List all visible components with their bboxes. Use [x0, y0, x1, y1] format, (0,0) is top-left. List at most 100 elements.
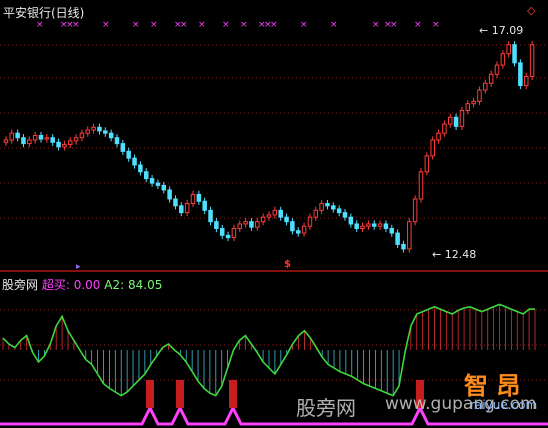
candle-body [143, 171, 149, 180]
candle-body [15, 132, 20, 139]
candle-body [44, 137, 50, 140]
candle-body [260, 216, 266, 223]
buy-signal-icon: $ [284, 259, 291, 270]
signal-bar [176, 380, 184, 408]
indicator-name: 股旁网 [2, 278, 39, 292]
low-price-label: ← 12.48 [432, 248, 477, 261]
candle-body [383, 223, 389, 229]
overbought-key: 超买: [41, 278, 70, 292]
candle-body [103, 130, 108, 134]
candle-body [91, 126, 96, 131]
high-price-value: 17.09 [491, 24, 524, 37]
chart-title: 平安银行(日线) [3, 6, 85, 20]
candle-body [471, 100, 476, 105]
cross-marker-icon: × [150, 20, 158, 30]
cross-marker-icon: × [132, 20, 140, 30]
candle-body [354, 223, 359, 229]
site-logo: 智 昂 raiyue.com [440, 366, 546, 426]
candle-body [348, 216, 354, 225]
arrow-marker-icon: ▸ [76, 262, 81, 272]
candle-body [237, 223, 243, 229]
candle-body [377, 223, 383, 227]
cross-marker-icon: × [240, 20, 248, 30]
candle-body [32, 134, 38, 141]
candle-body [120, 143, 126, 152]
candle-body [149, 178, 155, 184]
candle-body [97, 126, 102, 132]
overbought-value: 0.00 [73, 278, 101, 292]
candle-body [266, 214, 272, 218]
signal-bar [229, 380, 237, 408]
candle-body [219, 228, 225, 236]
candle-body [465, 103, 471, 111]
candle-body [138, 164, 143, 173]
cross-marker-icon: × [198, 20, 206, 30]
candle-body [529, 44, 535, 77]
candle-body [278, 209, 283, 218]
candle-body [366, 223, 371, 227]
candle-body [173, 198, 178, 207]
candle-body [424, 155, 430, 173]
candle-body [336, 208, 342, 214]
price-candles [3, 41, 535, 253]
candle-body [85, 129, 91, 134]
candle-body [401, 243, 406, 250]
candle-body [313, 209, 319, 218]
candle-body [325, 203, 330, 207]
candle-body [21, 137, 26, 145]
candle-body [284, 216, 289, 223]
cross-marker-icon: × [102, 20, 110, 30]
candle-body [208, 209, 213, 223]
candle-body [231, 228, 237, 239]
logo-text: 智 昂 [464, 372, 521, 400]
candle-body [371, 223, 377, 227]
cross-marker-icon: × [222, 20, 230, 30]
signal-marks: × ××× × × × ×× × × × ××× × × × ×× × ×▸ [36, 20, 440, 272]
corner-diamond-icon[interactable]: ◇ [527, 4, 535, 17]
high-price-label: ← 17.09 [479, 24, 524, 37]
candle-body [214, 221, 219, 229]
candle-body [249, 221, 254, 228]
candle-body [196, 193, 202, 202]
logo-url: raiyue.com [470, 398, 538, 412]
candle-body [360, 225, 365, 230]
candle-body [255, 221, 260, 228]
cross-marker-icon: × [36, 20, 44, 30]
candle-body [132, 157, 137, 166]
candle-body [38, 134, 44, 140]
candle-body [436, 132, 441, 141]
candle-body [500, 53, 506, 66]
candle-body [301, 225, 307, 234]
candle-body [389, 228, 395, 234]
cross-marker-icon: × [72, 20, 80, 30]
cross-marker-icon: × [180, 20, 188, 30]
candle-body [50, 137, 55, 143]
low-price-value: 12.48 [444, 248, 477, 261]
candle-body [155, 182, 161, 186]
candle-body [307, 216, 313, 227]
candle-body [331, 205, 336, 210]
candle-body [272, 209, 278, 216]
candle-body [73, 137, 79, 142]
cross-marker-icon: × [390, 20, 398, 30]
cross-marker-icon: × [432, 20, 440, 30]
candle-body [483, 82, 488, 91]
candle-body [225, 234, 231, 239]
candle-body [114, 137, 120, 145]
chart-canvas: × ××× × × × ×× × × × ××× × × × ×× × ×▸ [0, 20, 548, 426]
candle-body [179, 205, 184, 214]
candle-body [56, 141, 61, 148]
candle-body [9, 132, 15, 141]
candle-body [290, 221, 295, 232]
indicator-header: 股旁网 超买: 0.00 A2: 84.05 [2, 276, 162, 293]
candle-body [442, 123, 447, 134]
candle-body [488, 73, 494, 84]
candle-body [62, 144, 67, 148]
cross-marker-icon: × [414, 20, 422, 30]
candle-body [108, 132, 114, 139]
cross-marker-icon: × [270, 20, 278, 30]
candle-body [506, 44, 511, 55]
candle-body [184, 203, 190, 214]
cross-marker-icon: × [300, 20, 308, 30]
a2-key: A2: [104, 278, 125, 292]
